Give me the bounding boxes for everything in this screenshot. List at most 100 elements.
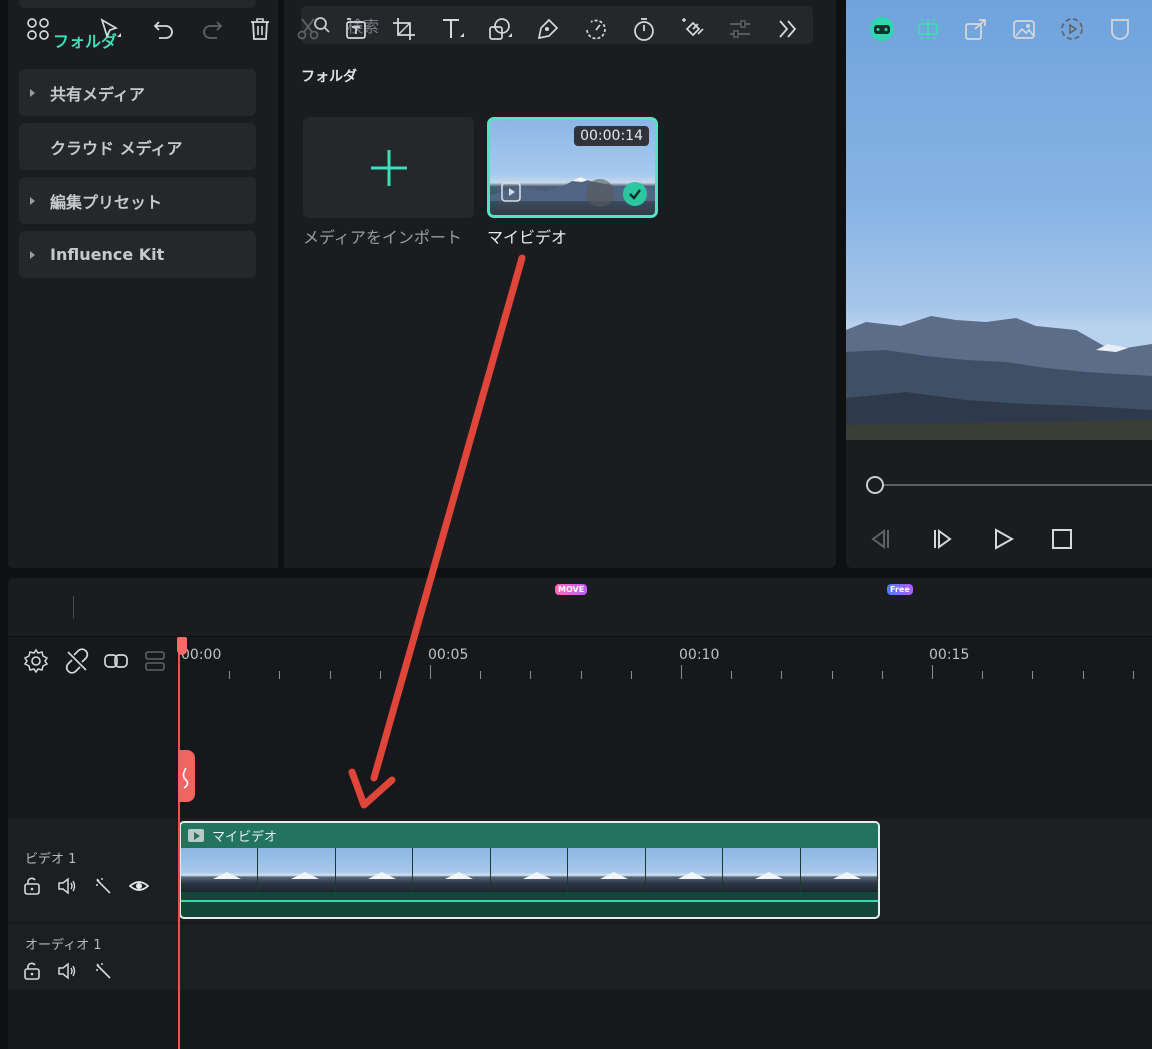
clip-frame (645, 848, 724, 892)
sidebar-item-label: Influence Kit (50, 245, 165, 264)
sidebar-item-influence-kit[interactable]: Influence Kit (19, 231, 256, 278)
playhead-handle[interactable] (178, 750, 195, 802)
ruler-tick (329, 671, 331, 679)
expand-icon (30, 250, 35, 259)
cut-icon[interactable] (295, 16, 321, 42)
playhead[interactable] (178, 637, 180, 1049)
ruler-tick (480, 671, 482, 679)
ruler-label: 00:05 (428, 647, 469, 663)
expand-icon (30, 196, 35, 205)
text-to-speech-icon[interactable] (343, 16, 369, 42)
next-frame-icon[interactable] (929, 526, 955, 552)
clip-frame (568, 848, 646, 892)
timeline-settings-icon[interactable] (23, 648, 49, 674)
select-tool-icon[interactable] (97, 16, 123, 42)
media-clip-name: マイビデオ (487, 228, 568, 247)
preview-scrubber-track[interactable] (875, 484, 1152, 486)
volume-icon[interactable] (57, 876, 77, 896)
ruler-tick (379, 671, 381, 679)
play-icon[interactable] (990, 526, 1016, 552)
media-sidebar: フォルダ 共有メディア クラウド メディア 編集プリセット Influence … (8, 0, 278, 568)
shape-icon[interactable] (487, 16, 513, 42)
keyframe-icon[interactable] (679, 16, 705, 42)
preview-scrubber-knob[interactable] (866, 476, 884, 494)
plus-icon (370, 149, 407, 186)
ai-mate-icon[interactable] (867, 16, 897, 42)
export-clip-icon[interactable] (963, 16, 989, 42)
ruler-label: 00:10 (679, 647, 720, 663)
media-clip-thumbnail[interactable]: 00:00:14 (487, 117, 658, 218)
sidebar-item-edit-presets[interactable]: 編集プリセット (19, 177, 256, 224)
ruler-tick (630, 671, 632, 679)
clip-frame (335, 848, 414, 892)
selected-check-icon (623, 182, 647, 206)
more-icon[interactable] (775, 16, 801, 42)
playhead-marker[interactable] (177, 637, 187, 655)
unlink-icon[interactable] (64, 648, 90, 674)
import-media-button[interactable] (303, 117, 474, 218)
magic-icon[interactable] (93, 961, 113, 981)
redo-icon[interactable] (199, 16, 225, 42)
preview-panel (846, 0, 1152, 568)
clip-duration: 00:00:14 (574, 126, 649, 146)
sidebar-item-label: 共有メディア (50, 84, 145, 104)
magic-icon[interactable] (93, 876, 113, 896)
clip-frame (181, 848, 259, 892)
adjust-icon[interactable] (727, 16, 753, 42)
clip-audio-line (181, 900, 878, 902)
track-label-video: ビデオ 1 (25, 852, 77, 867)
clip-header: マイビデオ (181, 823, 878, 848)
track-label-audio: オーディオ 1 (25, 938, 102, 953)
image-icon[interactable] (1011, 16, 1037, 42)
section-heading: フォルダ (301, 69, 357, 85)
video-clip-icon (188, 829, 204, 842)
stop-icon[interactable] (1049, 526, 1075, 552)
clip-frame (723, 848, 801, 892)
delete-icon[interactable] (247, 16, 273, 42)
media-panel: 検索 フォルダ メディアをインポート 00:00:14 マイビデオ (284, 0, 836, 568)
ruler-tick (932, 665, 933, 679)
free-badge: Free (887, 584, 913, 595)
auto-highlight-icon[interactable] (915, 16, 941, 42)
ruler-tick (731, 671, 733, 679)
move-badge: MOVE (555, 584, 588, 595)
clip-title: マイビデオ (212, 830, 278, 845)
ruler-tick (229, 671, 231, 679)
clip-frame (258, 848, 336, 892)
ruler-tick (279, 671, 281, 679)
sidebar-item-cloud-media[interactable]: クラウド メディア (19, 123, 256, 170)
reverse-icon[interactable] (1059, 16, 1085, 42)
ruler-tick (1132, 671, 1134, 679)
prev-frame-icon[interactable] (868, 526, 894, 552)
timeline-video-clip[interactable]: マイビデオ (179, 821, 880, 919)
clip-frame (800, 848, 878, 892)
undo-icon[interactable] (151, 16, 177, 42)
eye-icon[interactable] (129, 876, 149, 896)
preview-video-frame (846, 0, 1152, 440)
link-icon[interactable] (103, 648, 129, 674)
ruler-label: 00:00 (181, 647, 222, 663)
ruler-tick (781, 671, 783, 679)
layout-icon[interactable] (25, 16, 51, 42)
volume-icon[interactable] (57, 961, 77, 981)
ruler-tick (831, 671, 833, 679)
speed-icon[interactable] (583, 16, 609, 42)
clip-frame (490, 848, 569, 892)
pen-icon[interactable] (535, 16, 561, 42)
text-icon[interactable] (439, 16, 465, 42)
clip-frame (413, 848, 491, 892)
group-icon[interactable] (143, 648, 169, 674)
crop-icon[interactable] (391, 16, 417, 42)
sidebar-item-top[interactable] (19, 0, 256, 8)
sidebar-item-label: 編集プリセット (50, 192, 163, 212)
timer-icon[interactable] (631, 16, 657, 42)
preview-play-icon[interactable] (586, 179, 614, 207)
lock-icon[interactable] (22, 876, 42, 896)
ruler-tick (982, 671, 984, 679)
sidebar-item-shared-media[interactable]: 共有メディア (19, 69, 256, 116)
ruler-tick (530, 671, 532, 679)
lock-icon[interactable] (22, 961, 42, 981)
ruler-tick (430, 665, 431, 679)
expand-icon (30, 88, 35, 97)
shield-icon[interactable] (1107, 16, 1133, 42)
